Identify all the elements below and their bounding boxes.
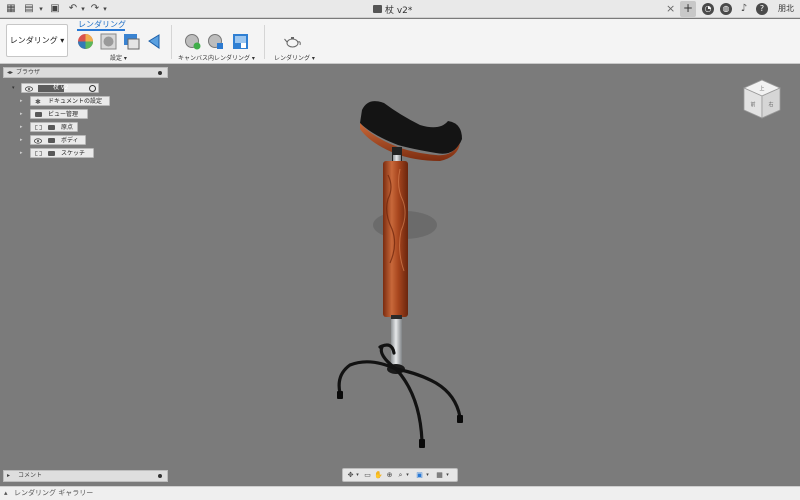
hidden-eye-icon[interactable] bbox=[35, 151, 42, 156]
file-menu-chevron-icon[interactable]: ▾ bbox=[34, 2, 48, 16]
chevron-down-icon[interactable]: ▾ bbox=[353, 471, 362, 480]
chevron-right-icon[interactable]: ▸ bbox=[20, 96, 26, 106]
close-icon[interactable]: × bbox=[666, 2, 675, 15]
viewcube-front-label: 前 bbox=[750, 101, 755, 108]
in-canvas-settings-icon[interactable] bbox=[207, 33, 224, 50]
chevron-right-icon[interactable]: ▸ bbox=[20, 148, 26, 158]
chevron-down-icon[interactable]: ▾ bbox=[443, 471, 452, 480]
panel-dot-icon[interactable] bbox=[158, 474, 162, 478]
document-title: 杖 v2* bbox=[385, 6, 413, 16]
decal-icon[interactable] bbox=[146, 33, 163, 50]
canvas-viewport[interactable] bbox=[0, 65, 800, 485]
tree-item-label: 原点 bbox=[61, 124, 74, 131]
chevron-down-icon[interactable]: ▾ bbox=[423, 471, 432, 480]
document-tab[interactable]: 杖 v2* × bbox=[355, 1, 677, 18]
tree-item-pill[interactable]: ビュー管理 bbox=[30, 109, 88, 119]
workspace-switcher[interactable]: レンダリング ▾ bbox=[6, 24, 68, 57]
tree-item-pill[interactable]: ✱ ドキュメントの設定 bbox=[30, 96, 110, 106]
folder-icon bbox=[48, 138, 55, 143]
zoom-icon[interactable]: ⊕ bbox=[385, 471, 394, 480]
appearance-icon[interactable] bbox=[77, 33, 94, 50]
tab-active-indicator bbox=[77, 29, 125, 31]
tube-ferrule bbox=[391, 315, 402, 319]
clock-icon[interactable]: ◔ bbox=[702, 3, 714, 15]
bell-icon[interactable]: ♪ bbox=[738, 3, 750, 15]
divider bbox=[264, 25, 265, 59]
toolbar: レンダリング ▾ レンダリング 設定 ▾ キャンバス内レンダリング ▾ レンダリ… bbox=[0, 19, 800, 64]
pan-icon[interactable]: ✋ bbox=[374, 471, 383, 480]
tree-item-label: ドキュメントの設定 bbox=[48, 98, 103, 105]
folder-icon bbox=[35, 112, 42, 117]
eye-icon[interactable] bbox=[34, 138, 42, 144]
viewcube-right-label: 右 bbox=[768, 101, 773, 108]
eye-icon[interactable] bbox=[25, 86, 33, 92]
comments-panel[interactable]: ▸ コメント bbox=[3, 470, 168, 482]
tree-root-label: 杖 v2 bbox=[53, 84, 69, 91]
navigation-toolbar: ✥ ▾ ▭ ✋ ⊕ ⌕ ▾ ▣ ▾ ▦ ▾ bbox=[342, 468, 458, 482]
folder-icon bbox=[48, 125, 55, 130]
globe-icon[interactable]: ◍ bbox=[720, 3, 732, 15]
view-cube[interactable]: 上 前 右 bbox=[740, 76, 784, 122]
scene-settings-icon[interactable] bbox=[123, 33, 140, 50]
status-bar: ▴ レンダリング ギャラリー bbox=[0, 486, 800, 500]
save-icon[interactable]: ▣ bbox=[48, 2, 62, 16]
in-canvas-render-icon[interactable] bbox=[184, 33, 201, 50]
panel-dot-icon[interactable] bbox=[158, 71, 162, 75]
chevron-right-icon[interactable]: ▸ bbox=[20, 135, 26, 145]
group-label-render[interactable]: レンダリング ▾ bbox=[274, 53, 315, 62]
look-at-icon[interactable]: ▭ bbox=[363, 471, 372, 480]
chevron-right-icon[interactable]: ▸ bbox=[20, 109, 26, 119]
wood-shaft bbox=[383, 161, 408, 317]
chevron-up-icon[interactable]: ▴ bbox=[4, 487, 8, 500]
grid-icon[interactable]: ▦ bbox=[4, 2, 18, 16]
tree-item-pill[interactable]: ボディ bbox=[30, 135, 86, 145]
title-bar: ▦ ▤ ▾ ▣ ↶ ▾ ↷ ▾ 杖 v2* × + ◔ ◍ ♪ ? 朋北 bbox=[0, 0, 800, 18]
chevron-down-icon[interactable]: ▾ bbox=[12, 83, 18, 93]
neck-steel bbox=[393, 155, 401, 161]
capture-image-icon[interactable] bbox=[232, 33, 249, 50]
tree-item-pill[interactable]: スケッチ bbox=[30, 148, 94, 158]
collapse-icon[interactable]: ◂▸ bbox=[7, 68, 13, 77]
gear-icon: ✱ bbox=[35, 98, 41, 106]
group-label-in-canvas[interactable]: キャンバス内レンダリング ▾ bbox=[178, 53, 255, 62]
comments-title: コメント bbox=[18, 472, 43, 479]
body-icon bbox=[373, 5, 382, 13]
rendering-gallery-label[interactable]: レンダリング ギャラリー bbox=[14, 487, 93, 500]
rubber-tip bbox=[337, 391, 343, 399]
browser-panel: ◂▸ ブラウザ bbox=[3, 67, 168, 78]
rubber-tip bbox=[419, 439, 425, 448]
user-avatar[interactable]: 朋北 bbox=[778, 2, 794, 16]
chevron-right-icon[interactable]: ▸ bbox=[20, 122, 26, 132]
tree-item-label: ボディ bbox=[61, 137, 79, 144]
tree-item-pill[interactable]: 原点 bbox=[30, 122, 78, 132]
physical-material-icon[interactable] bbox=[100, 33, 117, 50]
tree-item-label: ビュー管理 bbox=[48, 111, 79, 118]
viewcube-top-label: 上 bbox=[759, 85, 764, 92]
redo-chevron-icon[interactable]: ▾ bbox=[98, 2, 112, 16]
cane-model[interactable] bbox=[0, 65, 800, 485]
help-icon[interactable]: ? bbox=[756, 3, 768, 15]
teapot-render-icon[interactable] bbox=[284, 33, 301, 50]
folder-icon bbox=[48, 151, 55, 156]
rubber-tip bbox=[457, 415, 463, 423]
handle-body bbox=[360, 101, 462, 154]
chevron-down-icon[interactable]: ▾ bbox=[403, 471, 412, 480]
tree-root-pill[interactable]: 杖 v2 bbox=[21, 83, 99, 93]
plus-icon[interactable]: + bbox=[680, 1, 696, 17]
radio-active-icon[interactable] bbox=[89, 85, 96, 92]
hidden-eye-icon[interactable] bbox=[35, 125, 42, 130]
tree-item-label: スケッチ bbox=[61, 150, 86, 157]
collapse-icon[interactable]: ▸ bbox=[7, 471, 10, 481]
fusion-app-window: ▦ ▤ ▾ ▣ ↶ ▾ ↷ ▾ 杖 v2* × + ◔ ◍ ♪ ? 朋北 レンダ… bbox=[0, 0, 800, 500]
divider bbox=[171, 25, 172, 59]
steel-tube bbox=[391, 317, 402, 365]
group-label-setup[interactable]: 設定 ▾ bbox=[110, 53, 127, 62]
browser-header[interactable]: ◂▸ ブラウザ bbox=[3, 67, 168, 78]
browser-title: ブラウザ bbox=[16, 69, 41, 76]
